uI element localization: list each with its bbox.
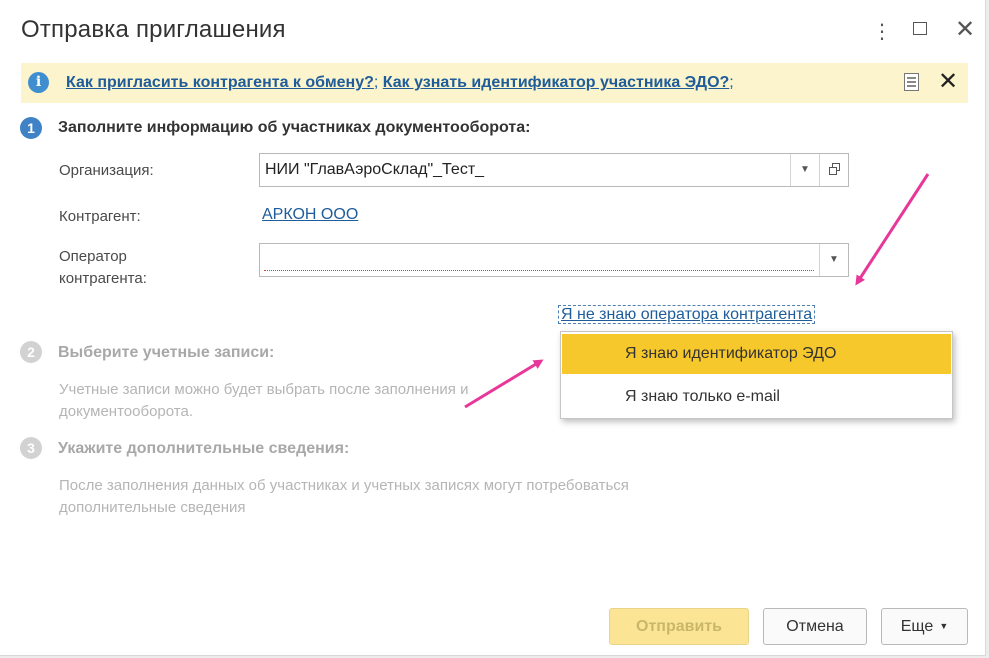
- arrow-to-dropdown-icon: [464, 359, 544, 409]
- invitation-dialog: Отправка приглашения ⋮ ✕ i Как пригласит…: [0, 0, 986, 656]
- annotation-arrows: [464, 173, 930, 409]
- arrow-to-link-icon: [855, 173, 930, 286]
